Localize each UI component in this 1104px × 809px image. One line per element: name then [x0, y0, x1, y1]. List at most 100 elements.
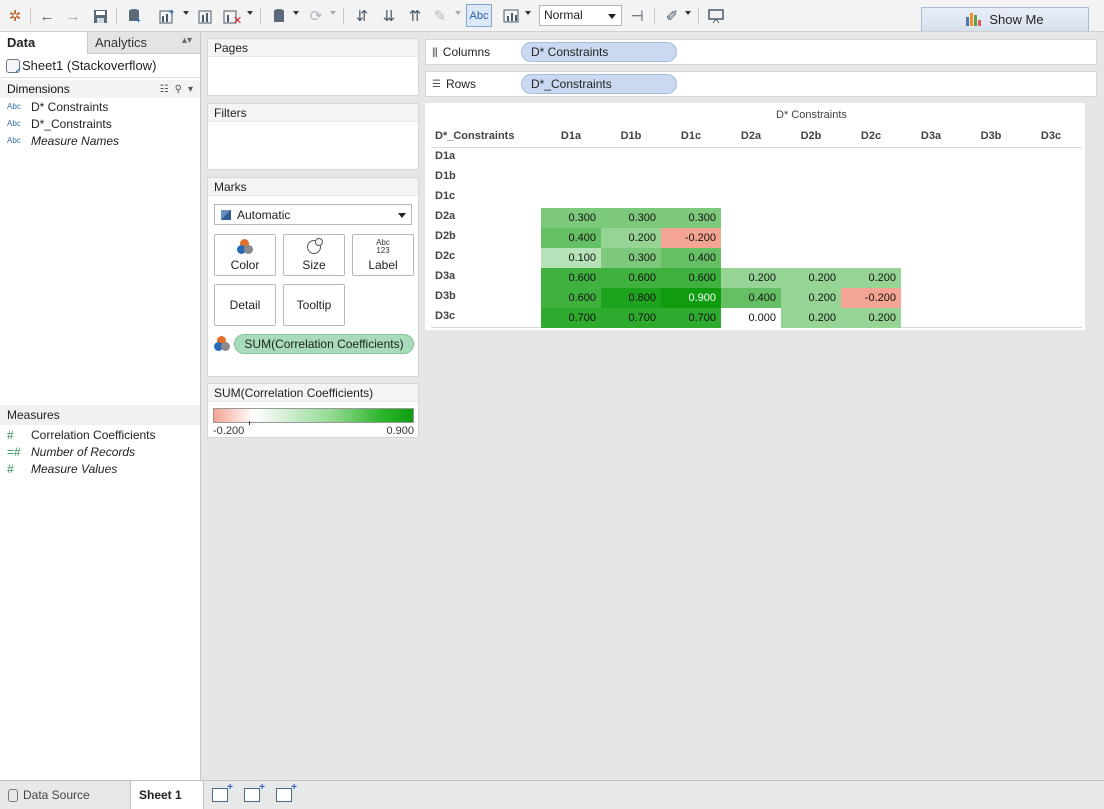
duplicate-sheet-icon[interactable]: [196, 6, 216, 26]
new-worksheet-icon[interactable]: [212, 782, 233, 802]
save-icon[interactable]: [90, 6, 110, 26]
refresh-icon[interactable]: ⟳: [306, 6, 326, 26]
new-data-source-icon[interactable]: +: [124, 6, 144, 26]
highlight-dropdown-icon[interactable]: [455, 11, 461, 15]
heatmap-cell[interactable]: 0.900: [661, 288, 721, 308]
tooltip-button[interactable]: Tooltip: [283, 284, 345, 326]
detail-button[interactable]: Detail: [214, 284, 276, 326]
rows-pill[interactable]: D*_Constraints: [521, 74, 677, 94]
filters-card[interactable]: Filters: [207, 103, 419, 170]
heatmap-cell[interactable]: 0.200: [721, 268, 781, 288]
refresh-dropdown-icon[interactable]: [330, 11, 336, 15]
pane-toggle-icon[interactable]: ▴▾: [182, 35, 192, 46]
heatmap-cell[interactable]: 0.400: [721, 288, 781, 308]
new-dashboard-icon[interactable]: [244, 782, 265, 802]
undo-icon[interactable]: ←: [37, 6, 57, 26]
sort-ascending-icon[interactable]: ⇊: [379, 6, 399, 26]
row-header[interactable]: D1c: [435, 190, 455, 202]
heatmap-cell[interactable]: 0.400: [661, 248, 721, 268]
data-source-icon[interactable]: [269, 6, 289, 26]
row-header[interactable]: D3b: [435, 290, 456, 302]
mark-type-select[interactable]: Automatic: [214, 204, 412, 225]
heatmap-view[interactable]: D* Constraints D*_Constraints D1a D1b D1c D…: [425, 103, 1085, 330]
row-header[interactable]: D3c: [435, 310, 455, 322]
fit-dropdown-icon[interactable]: [525, 11, 531, 15]
sheet-tab[interactable]: Sheet 1: [130, 781, 204, 809]
heatmap-cell[interactable]: 0.700: [601, 308, 661, 328]
size-button[interactable]: Size: [283, 234, 345, 276]
heatmap-cell[interactable]: 0.200: [781, 268, 841, 288]
heatmap-cell[interactable]: 0.300: [601, 248, 661, 268]
new-worksheet-dropdown-icon[interactable]: [183, 11, 189, 15]
column-header[interactable]: D1c: [661, 130, 721, 142]
column-header[interactable]: D3b: [961, 130, 1021, 142]
column-header[interactable]: D3a: [901, 130, 961, 142]
row-header[interactable]: D1b: [435, 170, 456, 182]
pages-card[interactable]: Pages: [207, 38, 419, 96]
dimension-field[interactable]: Abc D* Constraints: [0, 98, 200, 115]
heatmap-cell[interactable]: 0.600: [601, 268, 661, 288]
swap-rows-columns-icon[interactable]: ⇵: [352, 6, 372, 26]
heatmap-cell[interactable]: 0.600: [541, 268, 601, 288]
highlight-icon[interactable]: ✎: [430, 6, 450, 26]
tableau-logo-icon[interactable]: ✲: [5, 6, 25, 26]
heatmap-cell[interactable]: 0.300: [541, 208, 601, 228]
data-source-dropdown-icon[interactable]: [293, 11, 299, 15]
column-header[interactable]: D2c: [841, 130, 901, 142]
row-header[interactable]: D2b: [435, 230, 456, 242]
heatmap-cell[interactable]: -0.200: [841, 288, 901, 308]
measure-field[interactable]: # Correlation Coefficients: [0, 426, 200, 443]
new-story-icon[interactable]: [276, 782, 297, 802]
dimension-field[interactable]: Abc Measure Names: [0, 132, 200, 149]
view-grid-icon[interactable]: ☷: [160, 84, 169, 95]
redo-icon[interactable]: →: [63, 6, 83, 26]
color-legend-gradient[interactable]: [213, 408, 414, 423]
heatmap-cell[interactable]: 0.400: [541, 228, 601, 248]
heatmap-cell[interactable]: 0.200: [781, 288, 841, 308]
measure-field[interactable]: =# Number of Records: [0, 443, 200, 460]
column-header[interactable]: D1b: [601, 130, 661, 142]
heatmap-cell[interactable]: 0.200: [601, 228, 661, 248]
heatmap-cell[interactable]: 0.800: [601, 288, 661, 308]
presentation-mode-icon[interactable]: [706, 6, 726, 26]
fit-icon[interactable]: [502, 6, 522, 26]
rows-shelf[interactable]: ☰ Rows D*_Constraints: [425, 71, 1097, 97]
heatmap-cell[interactable]: 0.300: [661, 208, 721, 228]
column-header[interactable]: D3c: [1021, 130, 1081, 142]
show-me-button[interactable]: Show Me: [921, 7, 1089, 31]
heatmap-cell[interactable]: 0.200: [841, 268, 901, 288]
heatmap-cell[interactable]: 0.600: [541, 288, 601, 308]
show-mark-labels-button[interactable]: Abc: [466, 4, 492, 27]
row-header[interactable]: D2c: [435, 250, 455, 262]
heatmap-cell[interactable]: 0.700: [541, 308, 601, 328]
data-source-item[interactable]: Sheet1 (Stackoverflow): [0, 54, 200, 78]
annotate-icon[interactable]: ✐: [662, 6, 682, 26]
row-header[interactable]: D2a: [435, 210, 455, 222]
search-icon[interactable]: ⚲: [175, 84, 182, 95]
tab-data[interactable]: Data: [0, 32, 88, 54]
measure-field[interactable]: # Measure Values: [0, 460, 200, 477]
heatmap-cell[interactable]: 0.700: [661, 308, 721, 328]
chevron-down-icon[interactable]: ▾: [188, 84, 193, 95]
color-field-pill[interactable]: SUM(Correlation Coefficients): [234, 334, 414, 354]
heatmap-cell[interactable]: 0.100: [541, 248, 601, 268]
columns-shelf[interactable]: ||| Columns D* Constraints: [425, 39, 1097, 65]
annotate-dropdown-icon[interactable]: [685, 11, 691, 15]
column-header[interactable]: D1a: [541, 130, 601, 142]
clear-sheet-icon[interactable]: ✕: [222, 6, 242, 26]
heatmap-cell[interactable]: 0.600: [661, 268, 721, 288]
fix-axes-icon[interactable]: ⊣: [627, 6, 647, 26]
heatmap-cell[interactable]: 0.000: [721, 308, 781, 328]
new-worksheet-icon[interactable]: +: [157, 6, 177, 26]
heatmap-cell[interactable]: -0.200: [661, 228, 721, 248]
row-header[interactable]: D3a: [435, 270, 455, 282]
color-button[interactable]: Color: [214, 234, 276, 276]
fit-select[interactable]: Normal: [539, 5, 622, 26]
label-button[interactable]: Abc 123 Label: [352, 234, 414, 276]
row-header[interactable]: D1a: [435, 150, 455, 162]
data-source-tab[interactable]: Data Source: [0, 781, 130, 809]
heatmap-cell[interactable]: 0.200: [841, 308, 901, 328]
columns-pill[interactable]: D* Constraints: [521, 42, 677, 62]
column-header[interactable]: D2b: [781, 130, 841, 142]
tab-analytics[interactable]: Analytics ▴▾: [88, 32, 200, 54]
